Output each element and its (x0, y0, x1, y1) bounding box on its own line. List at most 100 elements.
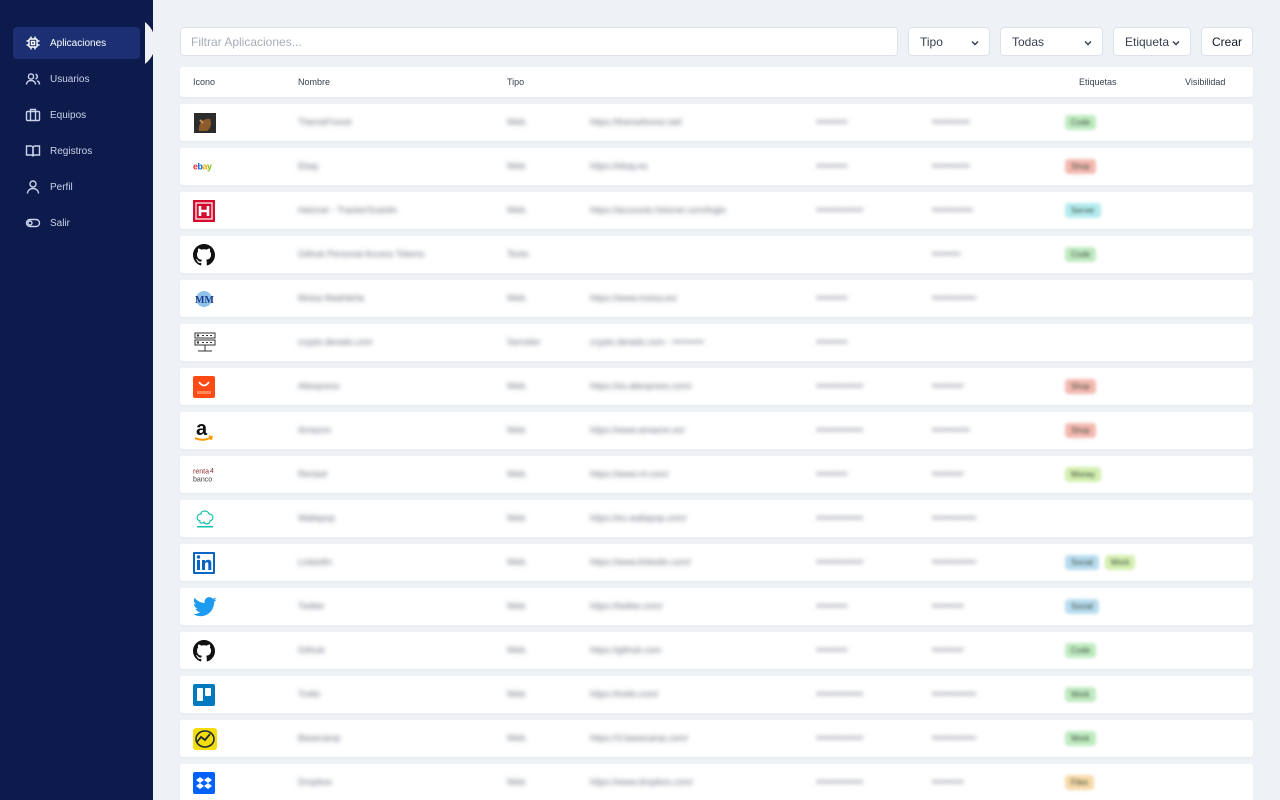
app-password[interactable]: •••••••••••••• (932, 733, 976, 743)
tag-list: Files (1065, 775, 1094, 790)
sidebar-item-perfil[interactable]: Perfil (13, 171, 140, 203)
app-url[interactable]: https://trello.com/ (590, 689, 659, 699)
sidebar-item-aplicaciones[interactable]: Aplicaciones (13, 27, 140, 59)
app-url[interactable]: https://es.aliexpress.com/ (590, 381, 692, 391)
app-password[interactable]: •••••••••• (932, 777, 964, 787)
sidebar-item-label: Registros (50, 145, 93, 157)
type-select[interactable]: Tipo (908, 27, 990, 56)
app-type: Web (507, 601, 526, 611)
app-username[interactable]: •••••••••• (816, 337, 848, 347)
tag-badge[interactable]: Money (1065, 467, 1102, 482)
app-type: Web (507, 469, 526, 479)
app-url[interactable]: https://www.dropbox.com/ (590, 777, 693, 787)
app-username[interactable]: •••••••••• (816, 117, 848, 127)
app-url[interactable]: https://accounts.hetzner.com/login (590, 205, 726, 215)
app-username[interactable]: •••••••••• (816, 161, 848, 171)
app-username[interactable]: •••••••••• (816, 469, 848, 479)
app-username[interactable]: ••••••••••••••• (816, 381, 863, 391)
app-username[interactable]: ••••••••••••••• (816, 425, 863, 435)
app-username[interactable]: ••••••••••••••• (816, 777, 863, 787)
tag-badge[interactable]: Code (1065, 115, 1097, 130)
table-row[interactable]: ThemeForest Web https://themeforest.net/ ••… (180, 104, 1253, 141)
header-type[interactable]: Tipo (507, 77, 524, 87)
tag-badge[interactable]: Social (1065, 599, 1099, 614)
table-row[interactable]: ebay Ebay Web https://ebay.es •••••••••• ••••… (180, 148, 1253, 185)
sidebar-item-usuarios[interactable]: Usuarios (13, 63, 140, 95)
tag-badge[interactable]: Server (1065, 203, 1101, 218)
tag-select-value: Etiqueta (1125, 34, 1170, 49)
table-row[interactable]: Hetzner - TrackerScanlin Web https://accou… (180, 192, 1253, 229)
tag-badge[interactable]: Shop (1065, 423, 1096, 438)
app-url[interactable]: https://github.com (590, 645, 661, 655)
tag-select[interactable]: Etiqueta (1113, 27, 1191, 56)
table-row[interactable]: MM Moisa Madrileña Web https://www.moisa.es… (180, 280, 1253, 317)
table-row[interactable]: crypto.derado.com Servidor crypto.derado.c… (180, 324, 1253, 361)
sidebar-item-salir[interactable]: Salir (13, 207, 140, 239)
app-url[interactable]: https://www.amazon.es/ (590, 425, 685, 435)
app-password[interactable]: •••••••••• (932, 381, 964, 391)
app-password[interactable]: •••••••••••••• (932, 557, 976, 567)
app-url[interactable]: https://www.linkedin.com/ (590, 557, 691, 567)
tag-badge[interactable]: Social (1065, 555, 1099, 570)
app-password[interactable]: •••••••••••• (932, 117, 970, 127)
app-password[interactable]: •••••••••••••• (932, 293, 976, 303)
table-row[interactable]: Dropbox Web https://www.dropbox.com/ ••••••… (180, 764, 1253, 800)
table-row[interactable]: renta 4 banco Renta4 Web https://www.r4.com/ •… (180, 456, 1253, 493)
trello-icon (193, 683, 217, 707)
table-row[interactable]: Github Web https://github.com •••••••••• •••… (180, 632, 1253, 669)
app-type: Web (507, 689, 526, 699)
app-password[interactable]: •••••••••••••• (932, 689, 976, 699)
app-password[interactable]: •••••••••••• (932, 425, 970, 435)
table-row[interactable]: Aliexpress Web https://es.aliexpress.com/ •… (180, 368, 1253, 405)
app-url[interactable]: https://es.wallapop.com/ (590, 513, 687, 523)
tag-badge[interactable]: Work (1065, 687, 1096, 702)
tag-badge[interactable]: Work (1065, 731, 1096, 746)
table-row[interactable]: a Amazon Web https://www.amazon.es/ ••••••••… (180, 412, 1253, 449)
tag-badge[interactable]: Shop (1065, 159, 1096, 174)
scope-select[interactable]: Todas (1000, 27, 1103, 56)
tag-badge[interactable]: Code (1065, 247, 1097, 262)
app-url[interactable]: https://www.moisa.es/ (590, 293, 677, 303)
table-row[interactable]: Twitter Web https://twitter.com/ ••••••••••… (180, 588, 1253, 625)
tag-badge[interactable]: Code (1065, 643, 1097, 658)
header-visibility: Visibilidad (1185, 77, 1226, 87)
table-row[interactable]: Basecamp Web https://3.basecamp.com/ ••••••… (180, 720, 1253, 757)
app-password[interactable]: ••••••••••••• (932, 205, 973, 215)
app-password[interactable]: •••••••••••••• (932, 513, 976, 523)
table-row[interactable]: Github Personal Access Tokens Texto ••••••… (180, 236, 1253, 273)
app-username[interactable]: ••••••••••••••• (816, 205, 863, 215)
table-row[interactable]: Trello Web https://trello.com/ ••••••••••••… (180, 676, 1253, 713)
app-password[interactable]: •••••••••• (932, 645, 964, 655)
app-name: LinkedIn (298, 557, 333, 567)
table-row[interactable]: LinkedIn Web https://www.linkedin.com/ ••••… (180, 544, 1253, 581)
app-type: Web (507, 381, 526, 391)
header-name[interactable]: Nombre (298, 77, 330, 87)
app-password[interactable]: •••••••••• (932, 601, 964, 611)
app-password[interactable]: •••••••••••• (932, 161, 970, 171)
tag-badge[interactable]: Shop (1065, 379, 1096, 394)
tag-badge[interactable]: Files (1065, 775, 1094, 790)
app-username[interactable]: •••••••••• (816, 601, 848, 611)
app-password[interactable]: ••••••••• (932, 249, 960, 259)
create-button[interactable]: Crear (1201, 27, 1253, 56)
app-type: Web (507, 733, 526, 743)
app-url[interactable]: crypto.derado.com - •••••••••• (590, 337, 704, 347)
sidebar-item-registros[interactable]: Registros (13, 135, 140, 167)
app-username[interactable]: ••••••••••••••• (816, 733, 863, 743)
app-username[interactable]: ••••••••••••••• (816, 513, 863, 523)
sidebar-item-equipos[interactable]: Equipos (13, 99, 140, 131)
app-url[interactable]: https://themeforest.net/ (590, 117, 682, 127)
app-password[interactable]: •••••••••• (932, 469, 964, 479)
app-url[interactable]: https://twitter.com/ (590, 601, 663, 611)
table-row[interactable]: Wallapop Web https://es.wallapop.com/ •••••… (180, 500, 1253, 537)
search-input[interactable] (180, 27, 898, 56)
app-username[interactable]: •••••••••• (816, 645, 848, 655)
app-url[interactable]: https://ebay.es (590, 161, 648, 171)
app-url[interactable]: https://3.basecamp.com/ (590, 733, 688, 743)
tag-badge[interactable]: Work (1104, 555, 1136, 570)
app-username[interactable]: ••••••••••••••• (816, 689, 863, 699)
renta4-icon: renta 4 banco (193, 463, 217, 487)
app-username[interactable]: •••••••••• (816, 293, 848, 303)
app-username[interactable]: ••••••••••••••• (816, 557, 863, 567)
app-url[interactable]: https://www.r4.com/ (590, 469, 669, 479)
